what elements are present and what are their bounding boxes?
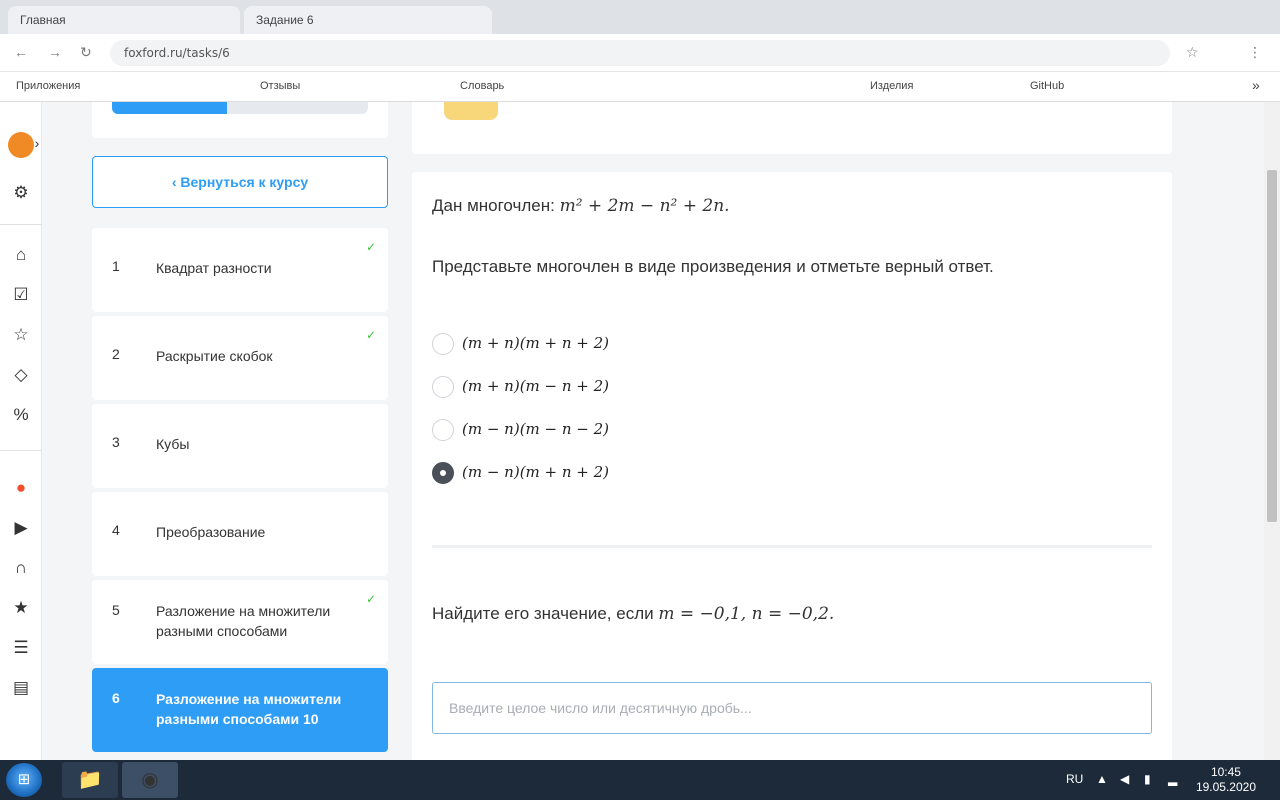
answer-input[interactable] [432,682,1152,734]
rail-divider [0,224,42,225]
lesson-number: 5 [112,602,120,618]
star-icon[interactable]: ★ [10,597,32,619]
reload-icon[interactable]: ↻ [80,44,92,61]
radio-button[interactable] [432,376,454,398]
bookmark-item[interactable]: Отзывы [260,80,300,92]
find-value-statement: Найдите его значение, если m = −0,1, n =… [432,604,834,624]
lesson-label: Квадрат разности [156,260,272,276]
os-taskbar: ⊞ 📁 ◉ RU ▲ ◀ ▮ ▂ 10:45 19.05.2020 [0,760,1280,800]
find-text: Найдите его значение, если [432,604,659,623]
lesson-number: 2 [112,346,120,362]
course-progress-bar [112,102,368,114]
lesson-number: 3 [112,434,120,450]
bookmarks-bar: Приложения Отзывы Словарь Изделия GitHub… [0,72,1280,102]
url-text: foxford.ru/tasks/6 [124,46,230,60]
course-progress-fill [112,102,228,114]
lesson-label: Преобразование [156,524,266,540]
back-to-course-button[interactable]: ‹ Вернуться к курсу [92,156,388,208]
lesson-number: 1 [112,258,120,274]
bookmark-star-icon[interactable]: ☆ [1186,44,1199,61]
bookmark-item[interactable]: Приложения [16,80,80,92]
url-field[interactable]: foxford.ru/tasks/6 [110,40,1170,66]
tray-expand-icon[interactable]: ▲ [1096,772,1108,786]
section-divider [432,545,1152,548]
lesson-label: Разложение на множители разными способам… [156,603,331,639]
lesson-item[interactable]: 3 Кубы [92,404,388,488]
volume-icon[interactable]: ◀ [1120,772,1129,786]
option-label: (m + n)(m − n + 2) [462,377,610,395]
clock-date: 19.05.2020 [1195,780,1256,794]
lesson-item[interactable]: 1 Квадрат разности ✓ [92,228,388,312]
lesson-label: Разложение на множители разными способам… [156,691,342,727]
completed-check-icon: ✓ [365,592,376,606]
radio-button[interactable] [432,419,454,441]
option-label: (m − n)(m − n − 2) [462,420,610,438]
lesson-item-active[interactable]: 6 Разложение на множители разными способ… [92,668,388,752]
browser-tab[interactable]: Главная [8,6,240,34]
lesson-header-card [412,102,1172,154]
polynomial-formula: m² + 2m − n² + 2n. [559,196,730,216]
network-signal-icon[interactable]: ▂ [1168,772,1177,786]
course-logo-icon [444,102,498,120]
lesson-number: 4 [112,522,120,538]
keyboard-language[interactable]: RU [1066,772,1083,786]
polynomial-statement: Дан многочлен: m² + 2m − n² + 2n. [432,196,730,216]
browser-tab-label: Главная [20,13,66,27]
flame-icon[interactable]: ● [10,477,32,499]
option-label: (m + n)(m + n + 2) [462,334,610,352]
list-icon[interactable]: ☰ [10,637,32,659]
rail-divider [0,450,42,451]
forward-arrow-icon[interactable]: → [48,44,62,60]
chevron-right-icon[interactable]: › [30,132,44,154]
lesson-item[interactable]: 2 Раскрытие скобок ✓ [92,316,388,400]
task-card: Дан многочлен: m² + 2m − n² + 2n. Предст… [412,172,1172,772]
bookmark-item[interactable]: Изделия [870,80,913,92]
browser-tab[interactable]: Задание 6 [244,6,492,34]
settings-icon[interactable]: ⚙ [10,182,32,204]
file-explorer-icon[interactable]: 📁 [62,762,118,798]
headphones-icon[interactable]: ∩ [10,557,32,579]
option-label: (m − n)(m + n + 2) [462,463,610,481]
completed-check-icon: ✓ [365,240,376,254]
tag-icon[interactable]: ◇ [10,364,32,386]
chevron-right-icon[interactable]: » [1252,77,1260,93]
start-button[interactable]: ⊞ [6,763,42,797]
find-values-formula: m = −0,1, n = −0,2. [658,604,835,624]
address-bar: ← → ↻ foxford.ru/tasks/6 ☆ ⋮ [0,34,1280,72]
chrome-browser-icon[interactable]: ◉ [122,762,178,798]
lesson-label: Кубы [156,436,190,452]
clock-time: 10:45 [1210,765,1241,779]
star-icon[interactable]: ☆ [10,324,32,346]
left-nav-rail: › ⚙ ⌂ ☑ ☆ ◇ % ● ▶ ∩ ★ ☰ ▤ [0,102,42,760]
course-progress-card [92,102,388,138]
page-scrollbar[interactable] [1264,102,1280,760]
scrollbar-thumb[interactable] [1267,170,1277,522]
home-icon[interactable]: ⌂ [10,244,32,266]
radio-button-selected[interactable] [432,462,454,484]
video-play-icon[interactable]: ▶ [10,517,32,539]
menu-dots-icon[interactable]: ⋮ [1248,44,1262,61]
browser-tab-label: Задание 6 [256,13,314,27]
lesson-item[interactable]: 4 Преобразование [92,492,388,576]
radio-button[interactable] [432,333,454,355]
lesson-label: Раскрытие скобок [156,348,273,364]
tasks-check-icon[interactable]: ☑ [10,284,32,306]
back-arrow-icon[interactable]: ← [14,44,28,60]
percent-icon[interactable]: % [10,404,32,426]
browser-tab-strip: Главная Задание 6 [0,0,1280,34]
intro-text: Дан многочлен: [432,196,560,215]
archive-icon[interactable]: ▤ [10,677,32,699]
system-clock[interactable]: 10:45 19.05.2020 [1196,765,1256,795]
instruction-text: Представьте многочлен в виде произведени… [432,257,994,276]
completed-check-icon: ✓ [365,328,376,342]
battery-icon[interactable]: ▮ [1144,772,1151,786]
lesson-item[interactable]: 5 Разложение на множители разными способ… [92,580,388,664]
lesson-number: 6 [112,690,120,706]
bookmark-item[interactable]: GitHub [1030,80,1064,92]
bookmark-item[interactable]: Словарь [460,80,504,92]
